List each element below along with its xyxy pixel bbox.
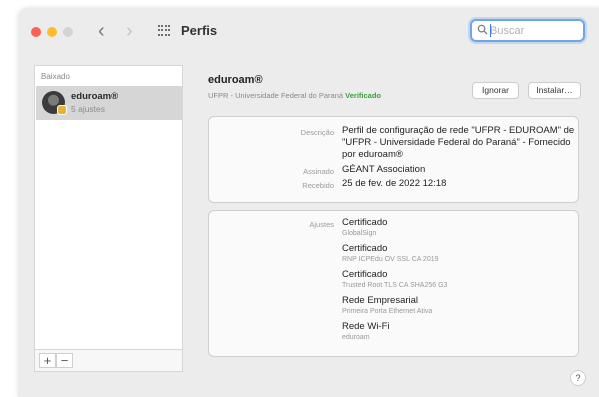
signed-label: Assinado [303, 167, 334, 176]
sidebar-section-label: Baixado [41, 72, 70, 81]
search-icon [477, 24, 488, 35]
profile-title: eduroam® [208, 74, 263, 86]
setting-title: Rede Wi-Fi [342, 321, 390, 332]
description-value: Perfil de configuração de rede "UFPR - E… [342, 125, 575, 160]
profile-detail-pane: eduroam® UFPR - Universidade Federal do … [194, 65, 594, 375]
setting-subtitle: GlobalSign [342, 230, 377, 237]
sidebar-toolbar: + − [35, 349, 182, 371]
verified-badge: Verificado [345, 91, 382, 100]
profile-gear-icon [42, 91, 67, 115]
signed-value: GÉANT Association [342, 164, 426, 175]
setting-title: Certificado [342, 269, 388, 280]
forward-chevron-icon[interactable]: › [126, 20, 133, 42]
setting-title: Certificado [342, 243, 388, 254]
text-caret [490, 24, 491, 37]
profile-info-box: Descrição Perfil de configuração de rede… [208, 116, 579, 203]
settings-label: Ajustes [309, 220, 334, 229]
show-all-grid-icon[interactable] [158, 25, 170, 37]
help-button[interactable]: ? [570, 370, 586, 386]
minimize-window-button[interactable] [47, 27, 57, 37]
setting-subtitle: Trusted Root TLS CA SHA256 G3 [342, 282, 448, 289]
sidebar-item-name: eduroam® [71, 91, 119, 102]
search-input[interactable] [490, 22, 580, 39]
back-chevron-icon[interactable]: ‹ [98, 20, 105, 42]
setting-title: Rede Empresarial [342, 295, 419, 306]
sidebar-item-subtitle: 5 ajustes [71, 104, 106, 114]
setting-subtitle: RNP ICPEdu OV SSL CA 2019 [342, 256, 439, 263]
setting-title: Certificado [342, 217, 388, 228]
search-field[interactable] [470, 19, 585, 42]
profiles-sidebar: Baixado eduroam® 5 ajustes + − [34, 65, 183, 372]
window-title: Perfis [181, 23, 218, 38]
remove-profile-button[interactable]: − [56, 353, 73, 368]
profile-organization-line: UFPR - Universidade Federal do Paraná Ve… [208, 91, 381, 100]
description-label: Descrição [300, 128, 334, 137]
setting-subtitle: Primeira Porta Ethernet Ativa [342, 308, 433, 315]
close-window-button[interactable] [31, 27, 41, 37]
received-value: 25 de fev. de 2022 12:18 [342, 178, 447, 189]
add-profile-button[interactable]: + [39, 353, 56, 368]
profile-organization: UFPR - Universidade Federal do Paraná [208, 91, 344, 100]
setting-subtitle: eduroam [342, 334, 370, 341]
system-preferences-window: ‹ › Perfis Baixado eduroam® 5 ajustes [18, 8, 599, 397]
titlebar: ‹ › Perfis [18, 8, 599, 54]
ignore-button[interactable]: Ignorar [472, 82, 519, 99]
zoom-window-button[interactable] [63, 27, 73, 37]
badge-icon [57, 105, 67, 115]
received-label: Recebido [302, 181, 334, 190]
sidebar-item-eduroam[interactable]: eduroam® 5 ajustes [36, 86, 182, 120]
install-button[interactable]: Instalar… [528, 82, 581, 99]
profile-settings-box: Ajustes Certificado GlobalSign Certifica… [208, 210, 579, 357]
